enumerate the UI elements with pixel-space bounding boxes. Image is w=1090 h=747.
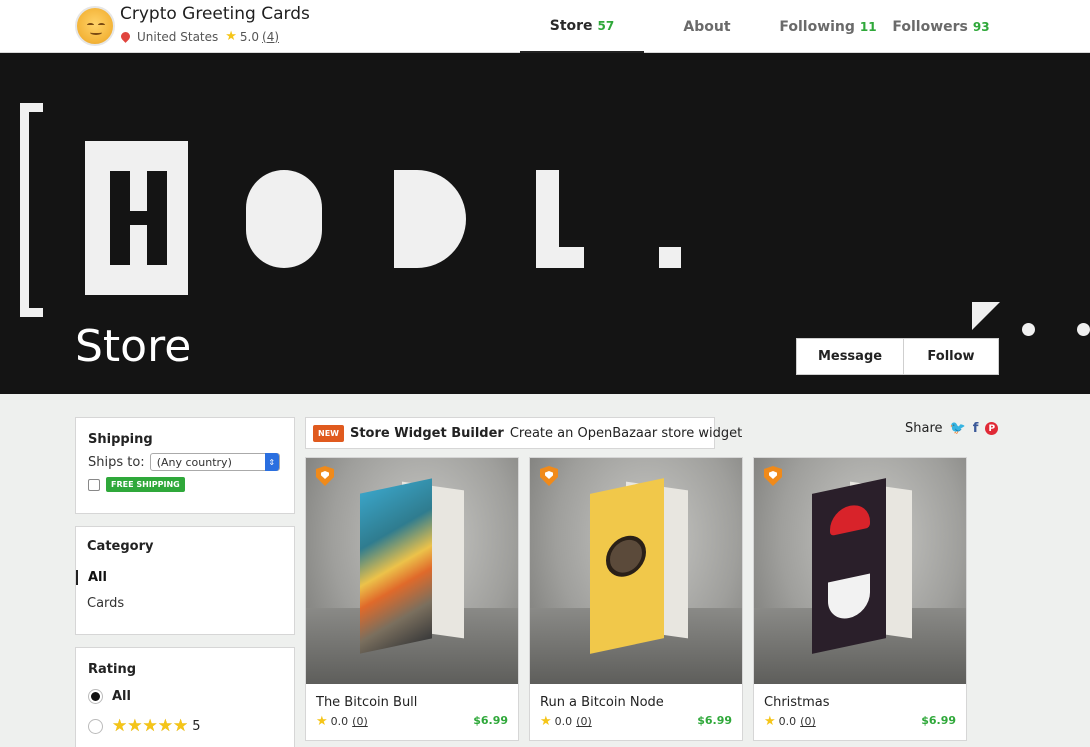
- tab-about[interactable]: About: [644, 0, 770, 53]
- store-widget-builder-banner[interactable]: NEW Store Widget Builder Create an OpenB…: [305, 417, 742, 449]
- pinterest-icon[interactable]: P: [985, 422, 999, 435]
- star-icon: ★: [316, 714, 328, 729]
- store-meta: United States ★ 5.0 (4): [119, 29, 279, 44]
- store-rating: 5.0: [239, 29, 260, 44]
- shipping-filter-panel: Shipping Ships to: (Any country) ⇕ FREE …: [75, 417, 295, 514]
- listing-image[interactable]: [530, 458, 742, 684]
- share-bar: Share 🐦 f P: [905, 421, 999, 436]
- free-shipping-checkbox[interactable]: [88, 478, 100, 491]
- twitter-icon[interactable]: 🐦: [950, 421, 966, 436]
- message-button[interactable]: Message: [796, 338, 904, 375]
- banner-h-letter-graphic: [85, 141, 188, 295]
- banner-dot-graphic: [1022, 323, 1035, 336]
- widget-description: Create an OpenBazaar store widget: [509, 425, 743, 441]
- verified-shield-icon: [764, 466, 782, 486]
- bitcoin-bull-card-art: [360, 478, 432, 654]
- banner-bracket-graphic: [20, 103, 43, 317]
- tab-followers-label: Followers: [892, 18, 968, 35]
- category-filter-panel: Category All Cards: [75, 526, 295, 635]
- listing-price: $6.99: [921, 714, 956, 727]
- hero-banner: Store Message Follow: [0, 53, 1090, 394]
- listing-rating-count[interactable]: (0): [576, 715, 592, 728]
- star-icon: ★: [540, 714, 552, 729]
- rating-title: Rating: [88, 662, 137, 677]
- store-rating-count[interactable]: (4): [262, 30, 279, 44]
- listing-title[interactable]: Run a Bitcoin Node: [540, 695, 664, 710]
- category-title: Category: [87, 539, 154, 554]
- listing-title[interactable]: The Bitcoin Bull: [316, 695, 417, 710]
- tab-following-count: 11: [859, 19, 877, 34]
- banner-l-letter-foot-graphic: [536, 247, 584, 268]
- tab-followers-count: 93: [972, 19, 990, 34]
- tab-following[interactable]: Following 11: [770, 0, 886, 53]
- hero-actions: Message Follow: [796, 338, 999, 375]
- banner-period-graphic: [659, 247, 681, 268]
- avatar-mouth-icon: [90, 30, 102, 35]
- store-header: Crypto Greeting Cards United States ★ 5.…: [0, 0, 1090, 53]
- listing-card[interactable]: Christmas ★ 0.0 (0) $6.99: [753, 457, 967, 741]
- listing-rating: ★ 0.0 (0): [316, 714, 368, 729]
- rating-all-label: All: [112, 689, 131, 704]
- category-item-all[interactable]: All: [76, 570, 294, 585]
- listing-title[interactable]: Christmas: [764, 695, 830, 710]
- christmas-card-art: [812, 478, 886, 654]
- rating-five-label: 5: [192, 718, 201, 734]
- rating-option-five[interactable]: ★★★★★ 5: [88, 716, 282, 736]
- listing-rating: ★ 0.0 (0): [764, 714, 816, 729]
- share-label: Share: [905, 421, 943, 436]
- category-item-cards[interactable]: Cards: [76, 596, 294, 611]
- listing-rating-count[interactable]: (0): [352, 715, 368, 728]
- banner-triangle-graphic: [972, 302, 1000, 330]
- listing-price: $6.99: [697, 714, 732, 727]
- tab-about-label: About: [683, 18, 731, 35]
- store-location: United States: [137, 29, 219, 44]
- store-avatar[interactable]: [75, 6, 115, 46]
- select-arrows-icon: ⇕: [264, 453, 279, 471]
- listing-card[interactable]: The Bitcoin Bull ★ 0.0 (0) $6.99: [305, 457, 519, 741]
- widget-title: Store Widget Builder: [349, 425, 504, 441]
- five-stars-icon: ★★★★★: [112, 716, 189, 736]
- listing-card[interactable]: Run a Bitcoin Node ★ 0.0 (0) $6.99: [529, 457, 743, 741]
- rating-filter-panel: Rating All ★★★★★ 5: [75, 647, 295, 747]
- facebook-icon[interactable]: f: [973, 421, 979, 436]
- listing-rating: ★ 0.0 (0): [540, 714, 592, 729]
- rating-five-radio[interactable]: [88, 718, 103, 734]
- free-shipping-badge: FREE SHIPPING: [106, 477, 185, 492]
- listing-rating-value: 0.0: [554, 715, 573, 728]
- listing-rating-count[interactable]: (0): [800, 715, 816, 728]
- banner-dot-graphic: [1077, 323, 1090, 336]
- ships-to-value: (Any country): [156, 455, 232, 469]
- bitcoin-node-card-art: [590, 478, 664, 654]
- shipping-title: Shipping: [88, 432, 153, 447]
- new-badge: NEW: [313, 424, 344, 442]
- ships-to-label: Ships to:: [88, 454, 145, 470]
- tab-store-label: Store: [549, 17, 593, 34]
- store-tabs: Store 57 About Following 11 Followers 93: [520, 0, 996, 53]
- tab-followers[interactable]: Followers 93: [886, 0, 996, 53]
- star-icon: ★: [764, 714, 776, 729]
- tab-store-count: 57: [597, 18, 615, 33]
- listing-price: $6.99: [473, 714, 508, 727]
- verified-shield-icon: [540, 466, 558, 486]
- follow-button[interactable]: Follow: [904, 338, 999, 375]
- listing-image[interactable]: [754, 458, 966, 684]
- avatar-eye-icon: [87, 23, 94, 27]
- listing-rating-value: 0.0: [330, 715, 349, 728]
- verified-shield-icon: [316, 466, 334, 486]
- listing-image[interactable]: [306, 458, 518, 684]
- rating-all-radio[interactable]: [88, 689, 103, 704]
- avatar-eye-icon: [98, 23, 105, 27]
- store-name[interactable]: Crypto Greeting Cards: [120, 4, 310, 24]
- banner-d-letter-graphic: [394, 170, 466, 268]
- listing-rating-value: 0.0: [778, 715, 797, 728]
- tab-store[interactable]: Store 57: [520, 0, 644, 53]
- ships-to-select[interactable]: (Any country) ⇕: [149, 453, 280, 471]
- location-pin-icon: [119, 30, 132, 43]
- tab-following-label: Following: [779, 18, 855, 35]
- banner-o-letter-graphic: [246, 170, 322, 268]
- star-icon: ★: [225, 29, 237, 44]
- rating-option-all[interactable]: All: [88, 689, 282, 704]
- hero-title: Store: [75, 321, 192, 372]
